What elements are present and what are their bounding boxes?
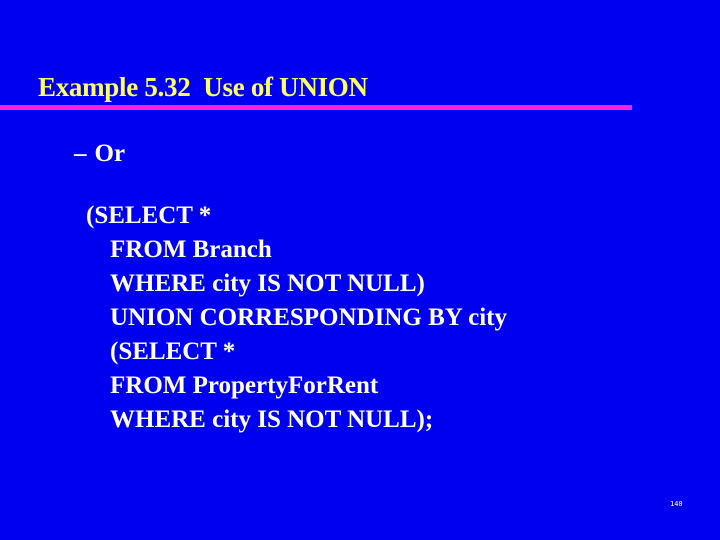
slide: Example 5.32 Use of UNION – Or (SELECT * … — [0, 0, 720, 540]
bullet-item: – Or — [74, 140, 125, 168]
dash-bullet-icon: – — [74, 140, 87, 167]
code-line: UNION CORRESPONDING BY city — [110, 304, 507, 331]
bullet-text: Or — [94, 140, 126, 167]
code-line: (SELECT * — [86, 202, 212, 229]
sql-code-block: (SELECT * FROM Branch WHERE city IS NOT … — [86, 199, 507, 437]
code-line: (SELECT * — [110, 338, 236, 365]
code-line: WHERE city IS NOT NULL); — [110, 406, 434, 433]
code-line: FROM PropertyForRent — [110, 372, 379, 399]
code-line: WHERE city IS NOT NULL) — [110, 270, 425, 297]
slide-title: Example 5.32 Use of UNION — [38, 72, 368, 102]
code-line: FROM Branch — [110, 236, 272, 263]
title-underline-divider — [0, 105, 632, 110]
page-number: 140 — [670, 500, 683, 508]
